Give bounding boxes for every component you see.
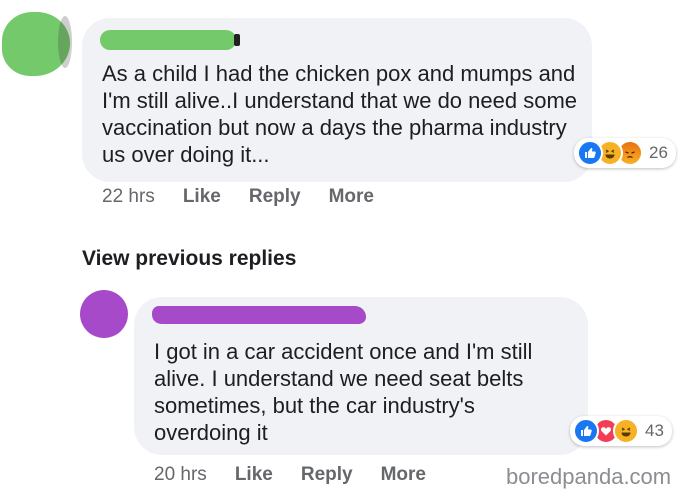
more-button[interactable]: More	[381, 464, 426, 486]
reaction-count: 43	[645, 421, 664, 440]
watermark: boredpanda.com	[506, 464, 672, 489]
timestamp[interactable]: 22 hrs	[102, 186, 155, 208]
comment-actions: 22 hrs Like Reply More	[102, 186, 402, 208]
like-icon	[577, 140, 603, 166]
redacted-username-scribble	[152, 306, 366, 324]
haha-icon	[613, 418, 639, 444]
timestamp[interactable]: 20 hrs	[154, 464, 207, 486]
reply-button[interactable]: Reply	[301, 464, 353, 486]
reply-button[interactable]: Reply	[249, 186, 301, 208]
like-button[interactable]: Like	[235, 464, 273, 486]
redacted-username-scribble	[100, 30, 240, 50]
replier-avatar[interactable]	[80, 290, 128, 338]
like-button[interactable]: Like	[183, 186, 221, 208]
reply-text: I got in a car accident once and I'm sti…	[154, 339, 533, 445]
reply-reactions[interactable]: 43	[570, 416, 672, 446]
like-icon	[573, 418, 599, 444]
view-previous-replies-link[interactable]: View previous replies	[82, 247, 296, 271]
more-button[interactable]: More	[329, 186, 374, 208]
reply-actions: 20 hrs Like Reply More	[154, 464, 454, 486]
comment-text: As a child I had the chicken pox and mum…	[102, 61, 578, 167]
commenter-avatar[interactable]	[2, 12, 72, 76]
reaction-count: 26	[649, 143, 668, 162]
comment-reactions[interactable]: 26	[574, 138, 676, 168]
